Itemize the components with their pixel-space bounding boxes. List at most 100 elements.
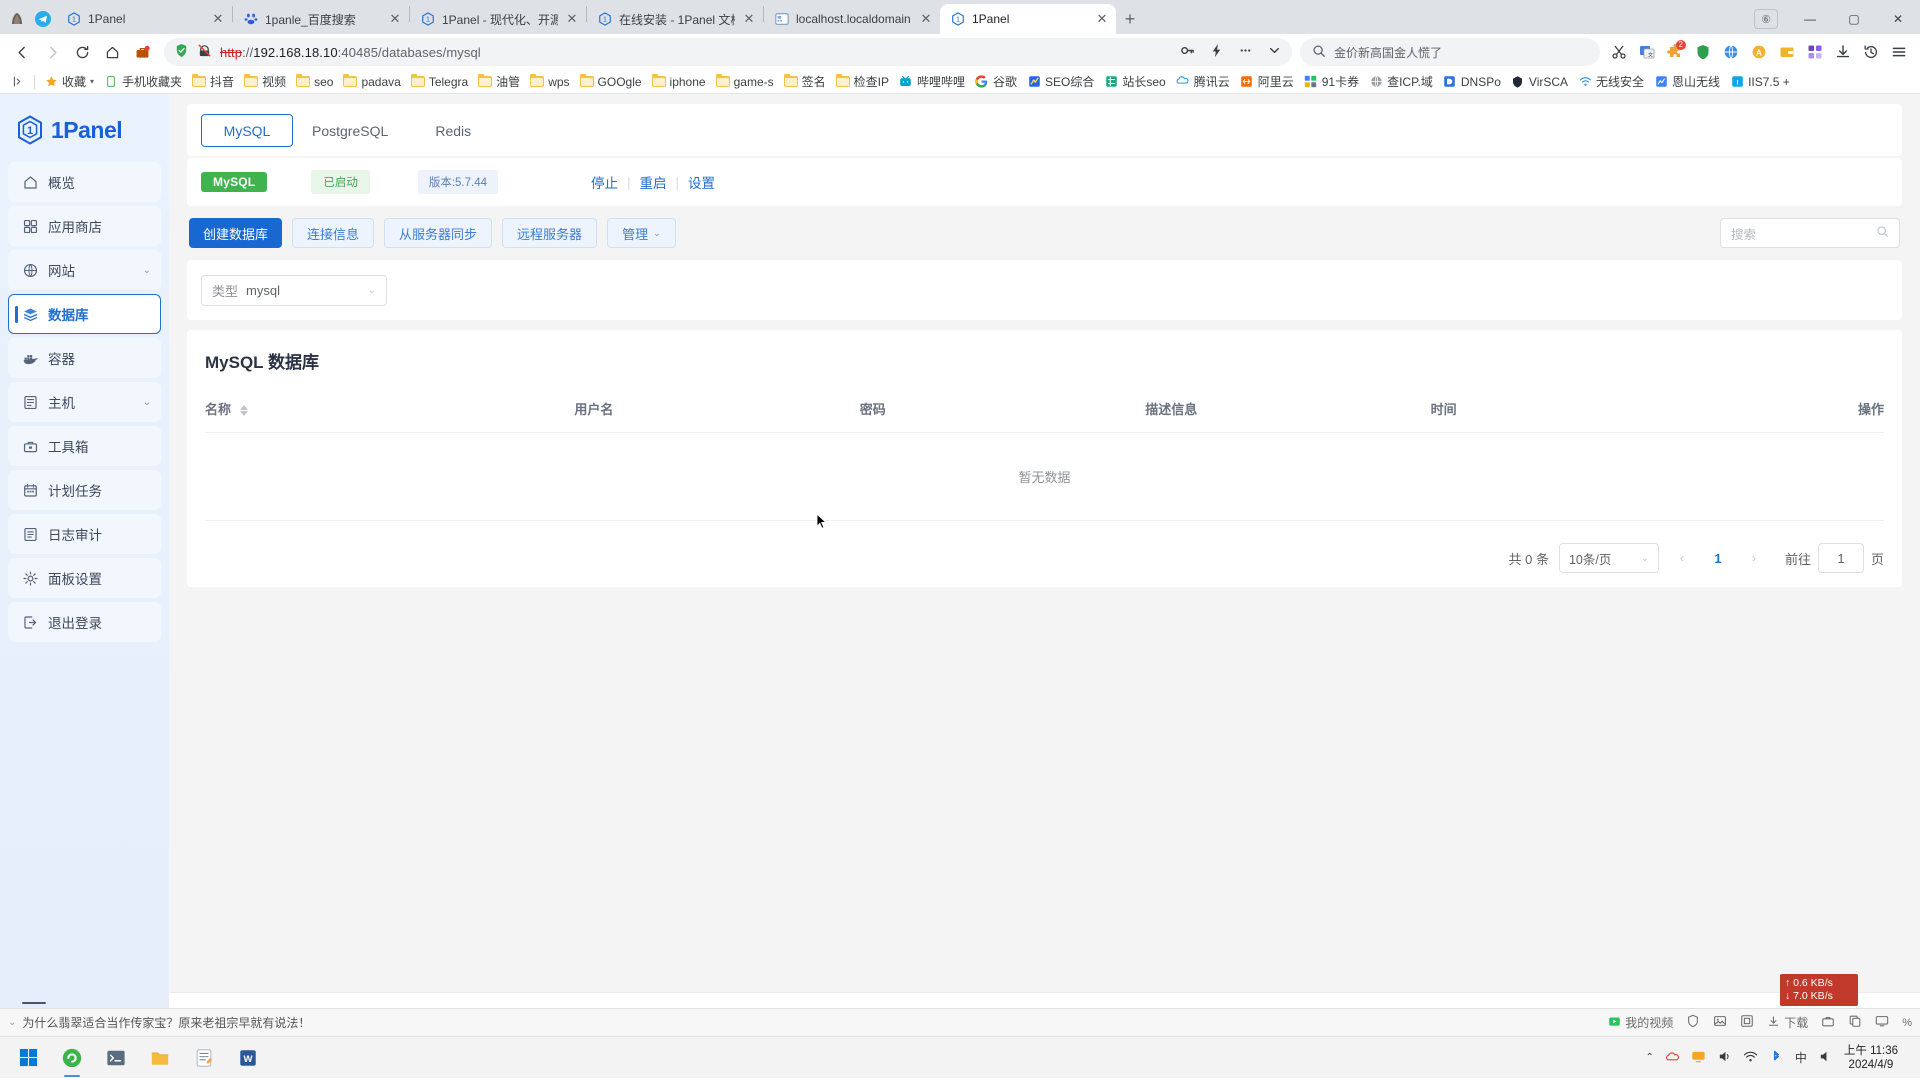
notepad-icon[interactable]: [182, 1037, 226, 1079]
sidebar-item-appstore[interactable]: 应用商店: [8, 206, 161, 246]
browser-tab-5-active[interactable]: 1 1Panel ✕: [940, 4, 1116, 34]
shield-icon[interactable]: [174, 43, 189, 61]
jump-page-input[interactable]: 1: [1817, 543, 1864, 573]
profile-badge[interactable]: ⑥: [1754, 9, 1778, 29]
terminal-icon[interactable]: [94, 1037, 138, 1079]
download-item[interactable]: 下载: [1767, 1014, 1808, 1031]
tab-close-icon[interactable]: ✕: [1094, 11, 1110, 27]
settings-service-link[interactable]: 设置: [679, 172, 724, 192]
extensions-icon[interactable]: [1802, 39, 1828, 65]
monitor-icon[interactable]: [1691, 1049, 1706, 1067]
bookmark-item-91card[interactable]: 91卡券: [1299, 72, 1364, 92]
sidebar-item-toolbox[interactable]: 工具箱: [8, 426, 161, 466]
tab-close-icon[interactable]: ✕: [210, 11, 226, 27]
bookmark-item-seo-tool[interactable]: SEO综合: [1022, 72, 1099, 92]
monitor-icon[interactable]: [1875, 1014, 1889, 1031]
scissors-icon[interactable]: [1606, 39, 1632, 65]
bookmark-item-seo[interactable]: seo: [291, 72, 338, 92]
tab-redis[interactable]: Redis: [407, 114, 499, 147]
ime-cn-icon[interactable]: 中: [1795, 1049, 1807, 1066]
notification-text[interactable]: 为什么翡翠适合当作传家宝？原来老祖宗早就有说法！: [22, 1014, 310, 1031]
minimize-button[interactable]: —: [1788, 4, 1832, 34]
screenshot-icon[interactable]: [1740, 1014, 1754, 1031]
no-cookie-icon[interactable]: [197, 43, 212, 61]
sound-icon[interactable]: [1818, 1049, 1833, 1067]
bookmark-item-mobile[interactable]: 手机收藏夹: [99, 72, 187, 92]
history-icon[interactable]: [1858, 39, 1884, 65]
tab-close-icon[interactable]: ✕: [564, 11, 580, 27]
download-icon[interactable]: [1830, 39, 1856, 65]
bookmark-item-checkip[interactable]: 检查IP: [831, 72, 894, 92]
forward-icon[interactable]: [38, 38, 66, 66]
tab-postgresql[interactable]: PostgreSQL: [293, 114, 407, 147]
bookmark-item-padava[interactable]: padava: [338, 72, 405, 92]
bookmark-item-youtube[interactable]: 油管: [473, 72, 525, 92]
tools-icon[interactable]: [1821, 1014, 1835, 1031]
sidebar-item-overview[interactable]: 概览: [8, 162, 161, 202]
bookmark-item-icp[interactable]: 查ICP.域: [1364, 72, 1438, 92]
sidebar-item-logout[interactable]: 退出登录: [8, 602, 161, 642]
bookmark-item-bilibili[interactable]: 哔哩哔哩: [894, 72, 970, 92]
address-bar[interactable]: http://192.168.18.10:40485/databases/mys…: [164, 38, 1292, 66]
sidebar-item-container[interactable]: 容器: [8, 338, 161, 378]
omnibox-search-field[interactable]: 金价新高国金人慌了: [1300, 38, 1600, 66]
browser-menu-icon[interactable]: [1886, 39, 1912, 65]
sidebar-item-settings[interactable]: 面板设置: [8, 558, 161, 598]
bookmark-item-google-folder[interactable]: GOOgle: [575, 72, 647, 92]
sync-from-server-button[interactable]: 从服务器同步: [384, 218, 493, 248]
wallet-icon[interactable]: [1774, 39, 1800, 65]
briefcase-icon[interactable]: [128, 38, 156, 66]
bluetooth-icon[interactable]: [1769, 1049, 1784, 1067]
more-icon[interactable]: [1238, 43, 1253, 61]
create-database-button[interactable]: 创建数据库: [189, 218, 283, 248]
home-icon[interactable]: [98, 38, 126, 66]
chevron-down-icon[interactable]: ⌄: [143, 265, 151, 276]
bookmark-item-signature[interactable]: 签名: [779, 72, 831, 92]
chevron-up-icon[interactable]: ⌃: [1645, 1052, 1653, 1063]
bookmark-item-telegram[interactable]: Telegra: [406, 72, 473, 92]
maximize-button[interactable]: ▢: [1832, 4, 1876, 34]
sidebar-item-database[interactable]: 数据库: [8, 294, 161, 334]
stop-service-link[interactable]: 停止: [582, 172, 627, 192]
chevron-down-icon[interactable]: [1267, 43, 1282, 61]
tab-close-icon[interactable]: ✕: [741, 11, 757, 27]
taskbar-clock[interactable]: 上午 11:36 2024/4/9: [1844, 1044, 1904, 1072]
copy-icon[interactable]: [1848, 1014, 1862, 1031]
globe-blue-icon[interactable]: [1718, 39, 1744, 65]
bookmark-item-wps[interactable]: wps: [525, 72, 574, 92]
bookmark-item-wireless-security[interactable]: 无线安全: [1573, 72, 1649, 92]
bookmark-item-games[interactable]: game-s: [711, 72, 779, 92]
windows-start-icon[interactable]: [6, 1037, 50, 1079]
sidebar-item-logs[interactable]: 日志审计: [8, 514, 161, 554]
browser-tab-3[interactable]: 1 在线安装 - 1Panel 文档 ✕: [587, 4, 763, 34]
shield-green-icon[interactable]: [1690, 39, 1716, 65]
bookmark-item-favorites[interactable]: 收藏 ▾: [39, 72, 99, 92]
a-icon[interactable]: A: [1746, 39, 1772, 65]
remote-server-button[interactable]: 远程服务器: [502, 218, 598, 248]
restart-service-link[interactable]: 重启: [631, 172, 676, 192]
tab-close-icon[interactable]: ✕: [918, 11, 934, 27]
files-icon[interactable]: [138, 1037, 182, 1079]
my-video-item[interactable]: 我的视频: [1608, 1014, 1673, 1031]
speaker-icon[interactable]: [1717, 1049, 1732, 1067]
bookmark-item-aliyun[interactable]: 阿里云: [1235, 72, 1299, 92]
bookmark-item-dnspod[interactable]: DNSPo: [1438, 72, 1506, 92]
browser-360-icon[interactable]: [50, 1037, 94, 1079]
manage-dropdown-button[interactable]: 管理 ⌄: [607, 218, 676, 248]
bookmark-item-chinaz[interactable]: 站长seo: [1099, 72, 1170, 92]
bookmarks-toggle[interactable]: [6, 72, 30, 92]
prev-page-button[interactable]: ‹: [1669, 544, 1695, 572]
image-icon[interactable]: [1713, 1014, 1727, 1031]
lightning-icon[interactable]: [1209, 43, 1224, 61]
browser-tab-4[interactable]: localhost.localdomain - VM ✕: [764, 4, 940, 34]
sidebar-item-cron[interactable]: 计划任务: [8, 470, 161, 510]
next-page-button[interactable]: ›: [1741, 544, 1767, 572]
sidebar-item-website[interactable]: 网站 ⌄: [8, 250, 161, 290]
type-filter-select[interactable]: 类型 mysql ⌄: [201, 274, 387, 306]
browser-tab-0[interactable]: 1 1Panel ✕: [56, 4, 232, 34]
bookmark-item-iphone[interactable]: iphone: [647, 72, 711, 92]
browser-tab-1[interactable]: 1panle_百度搜索 ✕: [233, 4, 409, 34]
page-number-1[interactable]: 1: [1705, 544, 1731, 572]
bookmark-item-virscan[interactable]: VirSCA: [1506, 72, 1573, 92]
reload-icon[interactable]: [68, 38, 96, 66]
